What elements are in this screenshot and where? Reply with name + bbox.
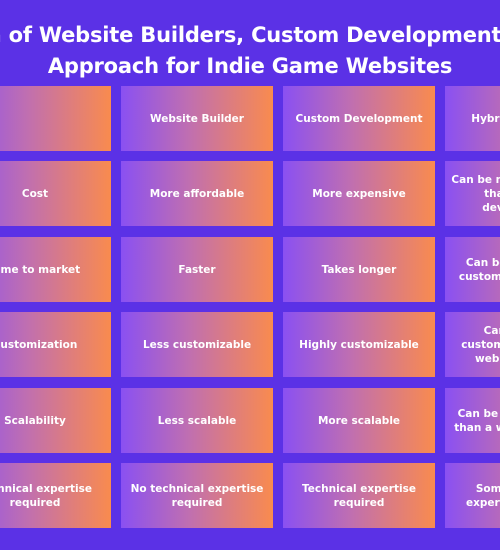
row-label-scalability: Scalability (0, 388, 111, 453)
table-cell: More expensive (283, 161, 435, 226)
comparison-table: Website Builder Custom Development Hybri… (0, 0, 500, 550)
table-cell: Faster (121, 237, 273, 302)
table-cell: Some technical expertise required (445, 463, 500, 528)
row-label-time-to-market: Time to market (0, 237, 111, 302)
row-label-customization: Customization (0, 312, 111, 377)
header-cell-website-builder: Website Builder (121, 86, 273, 151)
row-label-cost: Cost (0, 161, 111, 226)
table-cell: Less customizable (121, 312, 273, 377)
table-cell: Technical expertise required (283, 463, 435, 528)
table-cell: Can be faster than custom development (445, 237, 500, 302)
header-cell-custom-development: Custom Development (283, 86, 435, 151)
table-cell: Highly customizable (283, 312, 435, 377)
table-cell: Can be more scalable than a website buil… (445, 388, 500, 453)
table-cell: More scalable (283, 388, 435, 453)
table-cell: Can be more affordable than custom devel… (445, 161, 500, 226)
table-cell: Less scalable (121, 388, 273, 453)
header-cell-hybrid-approach: Hybrid Approach (445, 86, 500, 151)
table-cell: More affordable (121, 161, 273, 226)
table-cell: Can be more customizable than a website … (445, 312, 500, 377)
table-cell: No technical expertise required (121, 463, 273, 528)
header-cell-empty (0, 86, 111, 151)
table-cell: Takes longer (283, 237, 435, 302)
row-label-technical-expertise: Technical expertise required (0, 463, 111, 528)
